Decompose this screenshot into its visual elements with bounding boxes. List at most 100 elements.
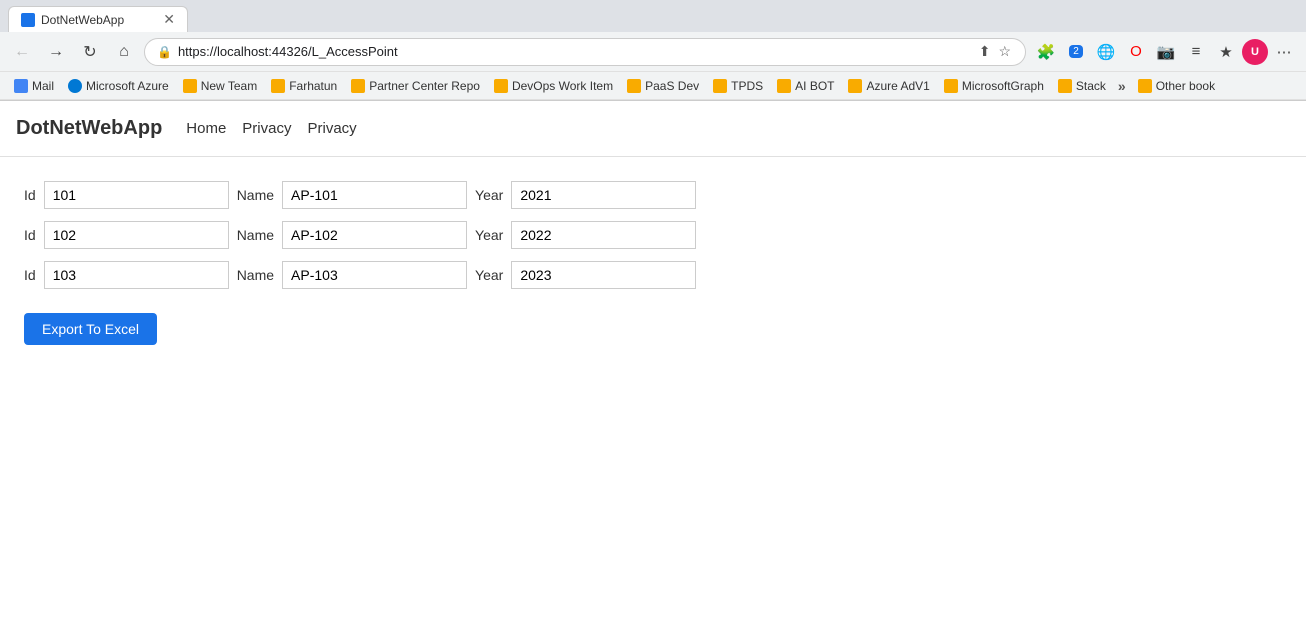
bookmark-item-3[interactable]: Farhatun — [265, 77, 343, 95]
tab-favicon — [21, 13, 35, 27]
name-label: Name — [237, 227, 274, 243]
favorites-icon[interactable]: ★ — [1212, 38, 1240, 66]
bookmark-favicon — [183, 79, 197, 93]
app-brand[interactable]: DotNetWebApp — [16, 117, 162, 140]
extensions-icon[interactable]: 🧩 — [1032, 38, 1060, 66]
nav-link-privacy-2[interactable]: Privacy — [307, 116, 356, 141]
bookmark-icon[interactable]: ☆ — [996, 41, 1013, 62]
nav-link-privacy-1[interactable]: Privacy — [242, 116, 291, 141]
form-row: Id Name Year — [24, 221, 1282, 249]
bookmarks-bar: Mail Microsoft Azure New Team Farhatun Partn… — [0, 72, 1306, 100]
id-input-1[interactable] — [44, 221, 229, 249]
bookmark-label: Stack — [1076, 79, 1106, 93]
reading-list-icon[interactable]: ≡ — [1182, 38, 1210, 66]
records-container: Id Name Year Id Name Year Id Name Year — [24, 181, 1282, 289]
bookmark-favicon — [351, 79, 365, 93]
capture-icon[interactable]: 📷 — [1152, 38, 1180, 66]
active-tab[interactable]: DotNetWebApp ✕ — [8, 6, 188, 32]
name-input-1[interactable] — [282, 221, 467, 249]
bookmark-item-6[interactable]: PaaS Dev — [621, 77, 705, 95]
id-input-0[interactable] — [44, 181, 229, 209]
id-label: Id — [24, 267, 36, 283]
home-button[interactable]: ⌂ — [110, 38, 138, 66]
bookmark-label: DevOps Work Item — [512, 79, 613, 93]
bookmark-favicon — [627, 79, 641, 93]
main-content: Id Name Year Id Name Year Id Name Year Export To… — [0, 157, 1306, 369]
year-label: Year — [475, 187, 503, 203]
ext-count: 2 — [1069, 45, 1083, 58]
bookmark-favicon — [713, 79, 727, 93]
bookmark-favicon — [848, 79, 862, 93]
bookmark-label: Other book — [1156, 79, 1215, 93]
name-input-2[interactable] — [282, 261, 467, 289]
name-input-0[interactable] — [282, 181, 467, 209]
bookmark-favicon — [14, 79, 28, 93]
bookmark-favicon — [777, 79, 791, 93]
navigation-bar: ← → ↻ ⌂ 🔒 https://localhost:44326/L_Acce… — [0, 32, 1306, 72]
forward-button[interactable]: → — [42, 38, 70, 66]
bookmark-item-10[interactable]: MicrosoftGraph — [938, 77, 1050, 95]
menu-icon[interactable]: ⋯ — [1270, 38, 1298, 66]
name-label: Name — [237, 267, 274, 283]
bookmark-favicon — [1058, 79, 1072, 93]
url-text: https://localhost:44326/L_AccessPoint — [178, 44, 971, 59]
year-input-0[interactable] — [511, 181, 696, 209]
bookmark-label: PaaS Dev — [645, 79, 699, 93]
bookmark-label: AI BOT — [795, 79, 834, 93]
address-bar[interactable]: 🔒 https://localhost:44326/L_AccessPoint … — [144, 38, 1026, 66]
reload-button[interactable]: ↻ — [76, 38, 104, 66]
bookmark-label: New Team — [201, 79, 257, 93]
year-input-1[interactable] — [511, 221, 696, 249]
bookmark-item-7[interactable]: TPDS — [707, 77, 769, 95]
address-bar-icons: ⬆ ☆ — [977, 41, 1013, 62]
form-row: Id Name Year — [24, 181, 1282, 209]
bookmark-label: Azure AdV1 — [866, 79, 929, 93]
bookmark-favicon — [271, 79, 285, 93]
bookmark-favicon — [1138, 79, 1152, 93]
bookmark-label: MicrosoftGraph — [962, 79, 1044, 93]
bookmark-item-1[interactable]: Microsoft Azure — [62, 77, 175, 95]
bookmark-item-other-book[interactable]: Other book — [1132, 77, 1221, 95]
bookmark-label: Partner Center Repo — [369, 79, 480, 93]
id-label: Id — [24, 187, 36, 203]
bookmark-label: TPDS — [731, 79, 763, 93]
bookmark-item-2[interactable]: New Team — [177, 77, 263, 95]
form-row: Id Name Year — [24, 261, 1282, 289]
bookmark-favicon — [944, 79, 958, 93]
bookmark-label: Farhatun — [289, 79, 337, 93]
name-label: Name — [237, 187, 274, 203]
bookmark-item-5[interactable]: DevOps Work Item — [488, 77, 619, 95]
bookmark-label: Microsoft Azure — [86, 79, 169, 93]
app-container: DotNetWebApp Home Privacy Privacy Id Name… — [0, 101, 1306, 369]
id-label: Id — [24, 227, 36, 243]
profile-avatar[interactable]: U — [1242, 39, 1268, 65]
tab-title: DotNetWebApp — [41, 13, 124, 27]
bookmark-item-4[interactable]: Partner Center Repo — [345, 77, 486, 95]
year-label: Year — [475, 227, 503, 243]
share-icon[interactable]: ⬆ — [977, 41, 993, 62]
nav-link-home[interactable]: Home — [186, 116, 226, 141]
lock-icon: 🔒 — [157, 45, 172, 59]
bookmark-item-11[interactable]: Stack — [1052, 77, 1112, 95]
year-label: Year — [475, 267, 503, 283]
tab-bar: DotNetWebApp ✕ — [0, 0, 1306, 32]
year-input-2[interactable] — [511, 261, 696, 289]
opera-icon[interactable]: O — [1122, 38, 1150, 66]
back-button[interactable]: ← — [8, 38, 36, 66]
bookmark-label: Mail — [32, 79, 54, 93]
translate-icon[interactable]: 🌐 — [1092, 38, 1120, 66]
bookmark-item-0[interactable]: Mail — [8, 77, 60, 95]
bookmark-item-9[interactable]: Azure AdV1 — [842, 77, 935, 95]
browser-chrome: DotNetWebApp ✕ ← → ↻ ⌂ 🔒 https://localho… — [0, 0, 1306, 101]
extensions-badge: 2 — [1062, 38, 1090, 66]
app-nav-links: Home Privacy Privacy — [186, 116, 356, 141]
export-to-excel-button[interactable]: Export To Excel — [24, 313, 157, 345]
bookmark-item-8[interactable]: AI BOT — [771, 77, 840, 95]
id-input-2[interactable] — [44, 261, 229, 289]
toolbar-icons: 🧩 2 🌐 O 📷 ≡ ★ U ⋯ — [1032, 38, 1298, 66]
bookmarks-more-button[interactable]: » — [1114, 76, 1130, 96]
bookmark-favicon — [494, 79, 508, 93]
app-navbar: DotNetWebApp Home Privacy Privacy — [0, 101, 1306, 157]
bookmark-favicon — [68, 79, 82, 93]
tab-close-button[interactable]: ✕ — [163, 11, 175, 28]
